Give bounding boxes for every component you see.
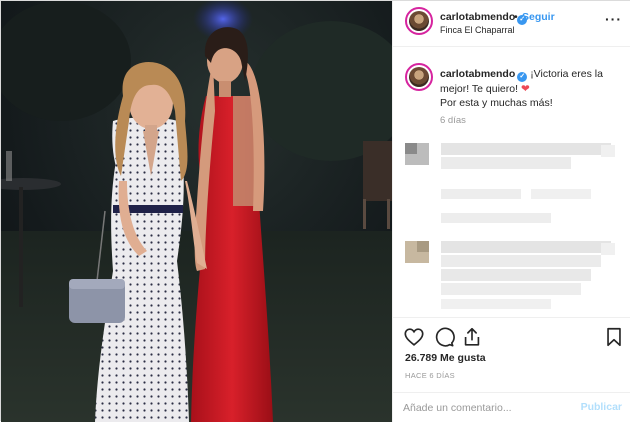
follow-button[interactable]: Seguir bbox=[522, 11, 555, 23]
post-side-panel: carlotabmendo ✓ • Seguir Finca El Chaparr… bbox=[392, 1, 630, 422]
caption-text-2: Por esta y muchas más! bbox=[440, 97, 553, 109]
caption: carlotabmendo ✓ ¡Victoria eres la mejor! … bbox=[440, 67, 626, 110]
post-actions: 26.789 Me gusta HACE 6 DÍAS Publicar bbox=[393, 317, 630, 421]
caption-avatar[interactable] bbox=[405, 63, 433, 91]
likes-count[interactable]: 26.789 Me gusta bbox=[405, 352, 486, 364]
location-link[interactable]: Finca El Chaparral bbox=[440, 25, 515, 35]
comment-input[interactable] bbox=[403, 400, 573, 416]
verified-badge-icon: ✓ bbox=[517, 72, 528, 82]
avatar[interactable] bbox=[405, 7, 433, 35]
publish-button[interactable]: Publicar bbox=[581, 401, 622, 413]
pixelated-comment bbox=[401, 237, 626, 315]
photo-two-girls-at-night bbox=[1, 1, 392, 422]
post-photo[interactable] bbox=[1, 1, 392, 422]
caption-timestamp[interactable]: 6 días bbox=[440, 115, 466, 126]
post-header: carlotabmendo ✓ • Seguir Finca El Chaparr… bbox=[393, 1, 630, 47]
post-timestamp[interactable]: HACE 6 DÍAS bbox=[405, 371, 455, 380]
caption-username-link[interactable]: carlotabmendo ✓ bbox=[440, 68, 528, 82]
add-comment-bar: Publicar bbox=[393, 392, 630, 422]
instagram-post: carlotabmendo ✓ • Seguir Finca El Chaparr… bbox=[0, 0, 630, 422]
more-options-icon[interactable]: ··· bbox=[605, 11, 622, 27]
share-icon[interactable] bbox=[461, 326, 483, 348]
heart-emoji: ❤ bbox=[520, 83, 530, 95]
pixelated-comment bbox=[401, 139, 626, 223]
heart-icon[interactable] bbox=[403, 326, 425, 348]
bookmark-icon[interactable] bbox=[603, 326, 625, 348]
header-separator: • bbox=[514, 11, 518, 23]
comment-icon[interactable] bbox=[433, 326, 455, 348]
